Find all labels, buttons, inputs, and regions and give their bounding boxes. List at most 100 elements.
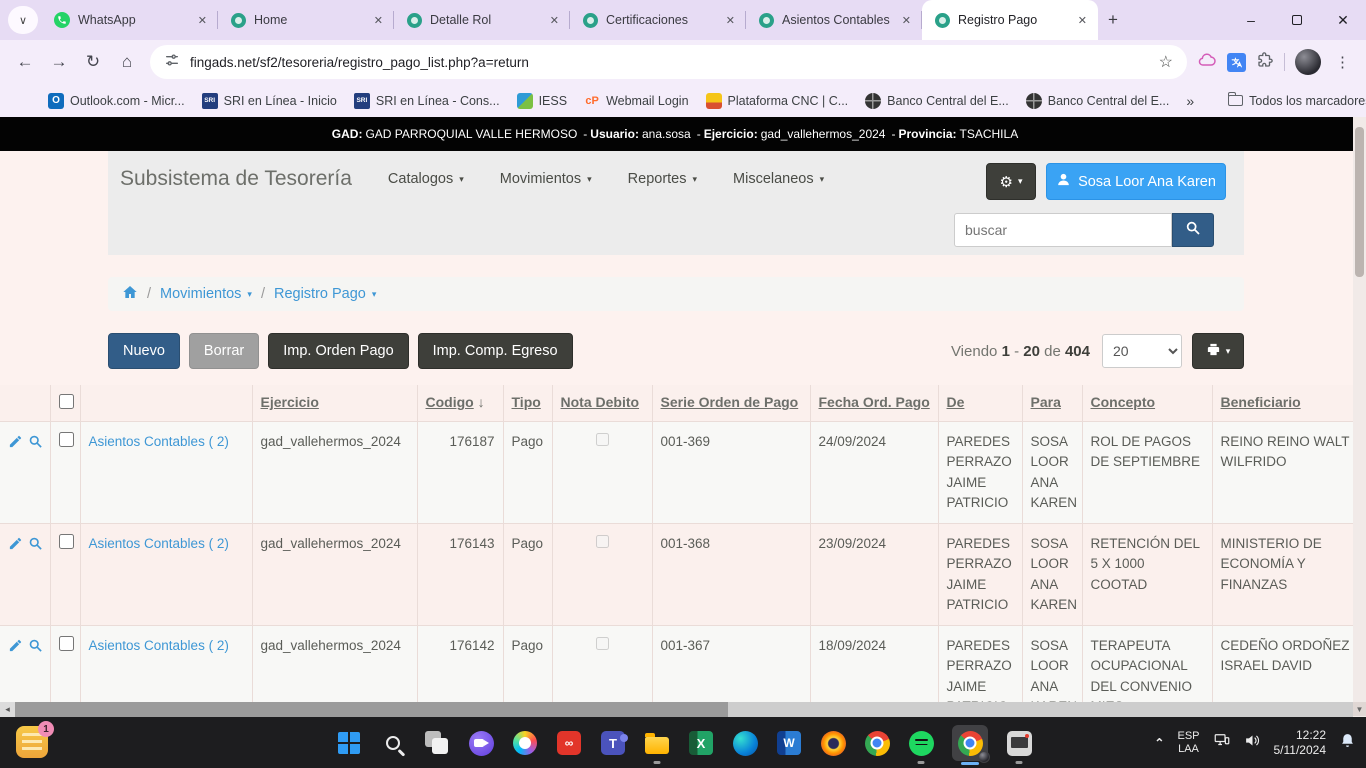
translate-icon[interactable] (1227, 53, 1246, 72)
new-tab-button[interactable]: + (1098, 0, 1128, 40)
view-icon[interactable] (28, 434, 43, 455)
widgets-button[interactable]: 1 (16, 726, 48, 758)
horizontal-scrollbar-thumb[interactable] (15, 702, 728, 717)
row-checkbox[interactable] (59, 534, 74, 549)
select-all-checkbox[interactable] (59, 394, 74, 409)
tab-asientos-contables[interactable]: Asientos Contables ✕ (746, 0, 922, 40)
header-beneficiario[interactable]: Beneficiario (1212, 385, 1353, 422)
clock[interactable]: 12:22 5/11/2024 (1274, 728, 1327, 758)
teams-button[interactable]: T (600, 730, 626, 756)
menu-miscelaneos[interactable]: Miscelaneos▾ (733, 171, 824, 187)
edit-icon[interactable] (8, 638, 23, 659)
language-indicator[interactable]: ESP LAA (1177, 730, 1199, 756)
header-serie[interactable]: Serie Orden de Pago (652, 385, 810, 422)
tab-search-chevron-icon[interactable]: ∨ (8, 6, 38, 34)
edit-icon[interactable] (8, 434, 23, 455)
header-para[interactable]: Para (1022, 385, 1082, 422)
vertical-scrollbar[interactable]: ▼ (1353, 117, 1366, 717)
bookmark-webmail[interactable]: cPWebmail Login (584, 93, 688, 109)
chrome-button[interactable] (864, 730, 890, 756)
bookmark-iess[interactable]: IESS (517, 93, 568, 109)
forward-button[interactable]: → (42, 45, 76, 79)
all-bookmarks-folder[interactable]: Todos los marcadores (1228, 94, 1366, 108)
menu-reportes[interactable]: Reportes▾ (628, 171, 697, 187)
scroll-left-arrow-icon[interactable]: ◂ (0, 702, 15, 717)
breadcrumb-movimientos[interactable]: Movimientos▾ (160, 286, 252, 302)
row-checkbox[interactable] (59, 636, 74, 651)
vertical-scrollbar-thumb[interactable] (1355, 127, 1364, 277)
adobe-acrobat-button[interactable]: ∞ (556, 730, 582, 756)
breadcrumb-registro-pago[interactable]: Registro Pago▾ (274, 286, 376, 302)
maximize-button[interactable] (1274, 0, 1320, 40)
borrar-button[interactable]: Borrar (189, 333, 259, 369)
tab-certificaciones[interactable]: Certificaciones ✕ (570, 0, 746, 40)
user-account-button[interactable]: Sosa Loor Ana Karen (1046, 163, 1226, 200)
header-ejercicio[interactable]: Ejercicio (252, 385, 417, 422)
header-concepto[interactable]: Concepto (1082, 385, 1212, 422)
search-input[interactable] (954, 213, 1172, 247)
row-checkbox[interactable] (59, 432, 74, 447)
bookmark-outlook[interactable]: OOutlook.com - Micr... (48, 93, 185, 109)
taskbar-search-button[interactable] (380, 730, 406, 756)
reload-button[interactable]: ↻ (76, 45, 110, 79)
url-bar[interactable]: fingads.net/sf2/tesoreria/registro_pago_… (150, 45, 1187, 79)
tab-close-icon[interactable]: ✕ (1075, 13, 1090, 28)
menu-movimientos[interactable]: Movimientos▾ (500, 171, 592, 187)
scroll-down-arrow-icon[interactable]: ▼ (1353, 702, 1366, 716)
extensions-puzzle-icon[interactable] (1256, 51, 1274, 74)
experiment-cloud-icon[interactable] (1197, 50, 1217, 75)
page-size-select[interactable]: 20 (1102, 334, 1182, 368)
edit-icon[interactable] (8, 536, 23, 557)
volume-icon[interactable] (1244, 732, 1261, 754)
profile-avatar[interactable] (1295, 49, 1321, 75)
copilot-button[interactable] (512, 730, 538, 756)
start-button[interactable] (336, 730, 362, 756)
bookmark-sri-inicio[interactable]: SRISRI en Línea - Inicio (202, 93, 337, 109)
url-text[interactable]: fingads.net/sf2/tesoreria/registro_pago_… (190, 55, 1159, 70)
home-button[interactable]: ⌂ (110, 45, 144, 79)
imp-comp-egreso-button[interactable]: Imp. Comp. Egreso (418, 333, 573, 369)
chat-button[interactable] (468, 730, 494, 756)
bookmark-banco-central-2[interactable]: Banco Central del E... (1026, 93, 1170, 109)
tab-close-icon[interactable]: ✕ (371, 13, 386, 28)
asientos-contables-link[interactable]: Asientos Contables ( 2) (89, 638, 229, 653)
header-nota-debito[interactable]: Nota Debito (552, 385, 652, 422)
excel-button[interactable]: X (688, 730, 714, 756)
settings-gear-button[interactable]: ⚙▾ (986, 163, 1036, 200)
bookmark-sri-consultas[interactable]: SRISRI en Línea - Cons... (354, 93, 500, 109)
bookmarks-overflow-icon[interactable]: » (1186, 93, 1194, 109)
tab-close-icon[interactable]: ✕ (899, 13, 914, 28)
bookmark-star-icon[interactable]: ☆ (1159, 52, 1173, 72)
bookmark-banco-central-1[interactable]: Banco Central del E... (865, 93, 1009, 109)
horizontal-scrollbar[interactable]: ◂ (0, 702, 1353, 717)
tab-close-icon[interactable]: ✕ (547, 13, 562, 28)
header-codigo[interactable]: Codigo ↓ (417, 385, 503, 422)
notification-bell-icon[interactable] (1339, 732, 1356, 754)
bookmark-cnc[interactable]: Plataforma CNC | C... (706, 93, 849, 109)
print-button[interactable]: ▾ (1192, 333, 1244, 369)
tab-close-icon[interactable]: ✕ (723, 13, 738, 28)
word-button[interactable]: W (776, 730, 802, 756)
minimize-button[interactable]: – (1228, 0, 1274, 40)
view-icon[interactable] (28, 536, 43, 557)
search-button[interactable] (1172, 213, 1214, 247)
nuevo-button[interactable]: Nuevo (108, 333, 180, 369)
site-info-icon[interactable] (164, 52, 180, 73)
network-icon[interactable] (1213, 731, 1231, 754)
file-explorer-button[interactable] (644, 730, 670, 756)
tab-home[interactable]: Home ✕ (218, 0, 394, 40)
spotify-button[interactable] (908, 730, 934, 756)
imp-orden-pago-button[interactable]: Imp. Orden Pago (268, 333, 408, 369)
tab-detalle-rol[interactable]: Detalle Rol ✕ (394, 0, 570, 40)
browser-menu-icon[interactable]: ⋮ (1331, 53, 1354, 71)
tab-whatsapp[interactable]: WhatsApp ✕ (42, 0, 218, 40)
back-button[interactable]: ← (8, 45, 42, 79)
home-icon[interactable] (122, 284, 138, 304)
firefox-button[interactable] (820, 730, 846, 756)
menu-catalogos[interactable]: Catalogos▾ (388, 171, 464, 187)
edge-button[interactable] (732, 730, 758, 756)
view-icon[interactable] (28, 638, 43, 659)
chrome-active-button[interactable] (952, 725, 988, 761)
remote-app-button[interactable] (1006, 730, 1032, 756)
header-tipo[interactable]: Tipo (503, 385, 552, 422)
